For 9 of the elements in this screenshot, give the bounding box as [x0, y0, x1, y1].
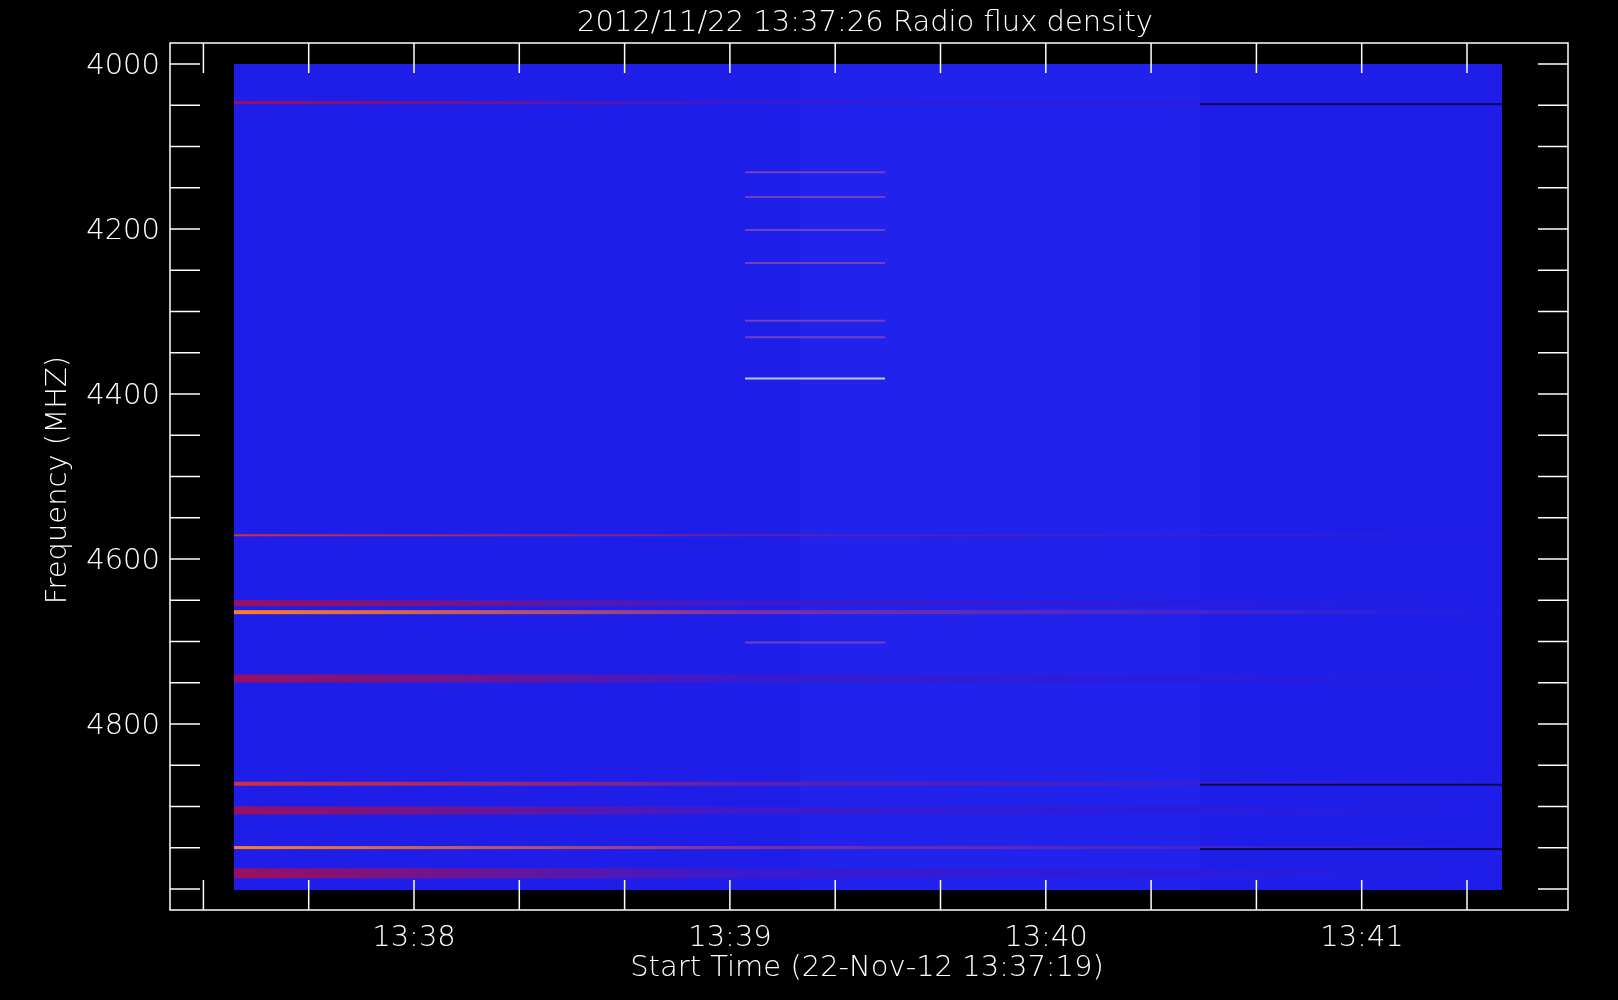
tick-label: 4800	[86, 707, 160, 741]
tick-label: 4000	[86, 47, 160, 81]
tick-label: 4400	[86, 377, 160, 411]
tick-label: 4200	[86, 212, 160, 246]
tick-label: 13:41	[1320, 919, 1404, 953]
tick-label: 13:38	[372, 919, 456, 953]
tick-label: 4600	[86, 542, 160, 576]
plot-title: 2012/11/22 13:37:26 Radio flux density	[577, 4, 1153, 38]
axis-label: Frequency (MHZ)	[39, 355, 73, 605]
